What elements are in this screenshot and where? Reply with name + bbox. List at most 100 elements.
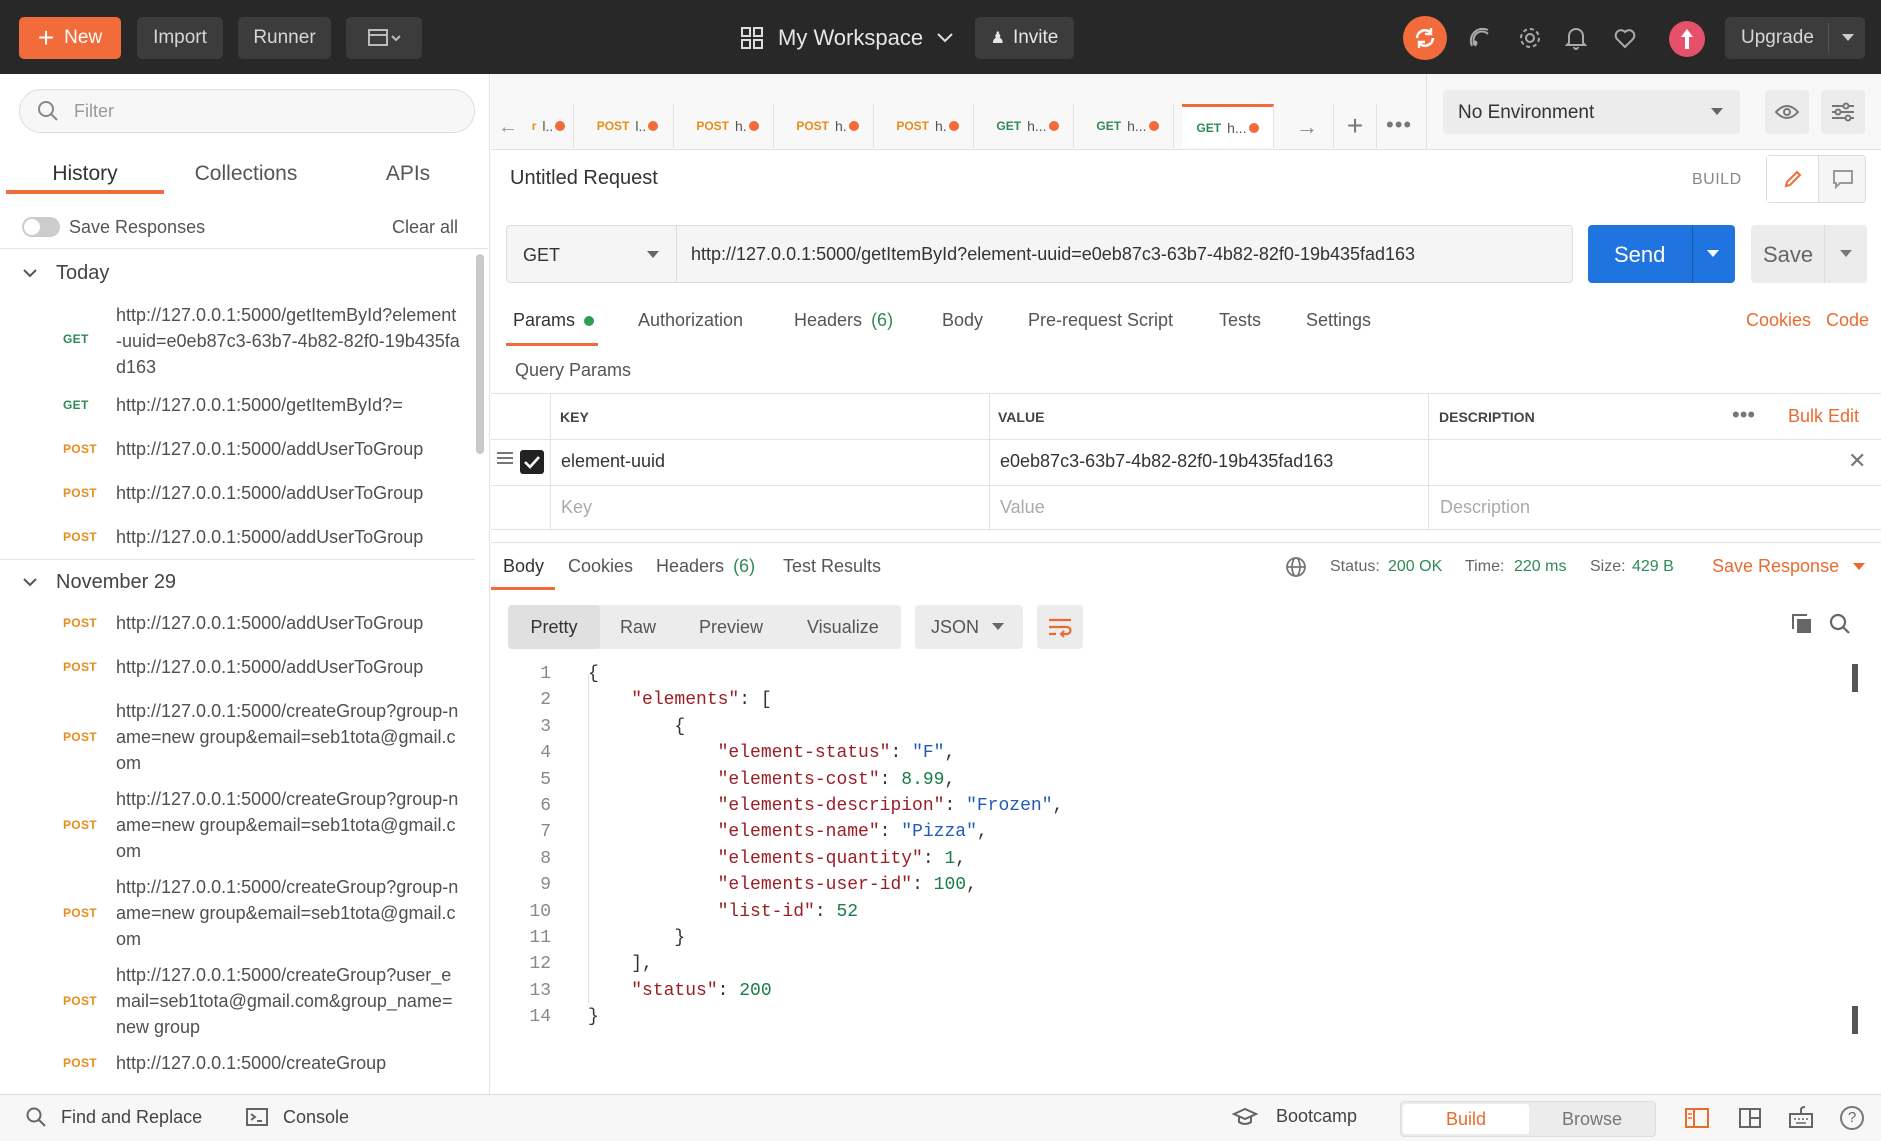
response-tab-headers[interactable]: Headers (6) [656, 556, 755, 577]
save-response-button[interactable]: Save Response [1712, 556, 1866, 577]
keyboard-icon[interactable] [1788, 1105, 1814, 1134]
value-placeholder[interactable]: Value [1000, 497, 1045, 518]
comment-icon[interactable] [1821, 156, 1865, 202]
view-pretty[interactable]: Pretty [508, 605, 600, 649]
arrow-left-icon[interactable]: ← [498, 116, 518, 139]
view-visualize[interactable]: Visualize [807, 617, 879, 638]
tab-headers[interactable]: Headers (6) [794, 310, 893, 331]
heart-icon[interactable] [1607, 20, 1643, 56]
request-title[interactable]: Untitled Request [510, 167, 658, 190]
build-mode-button[interactable]: Build [1403, 1104, 1529, 1134]
bell-icon[interactable] [1558, 20, 1594, 56]
new-window-button[interactable] [346, 17, 422, 59]
key-placeholder[interactable]: Key [561, 497, 592, 518]
response-tab-body[interactable]: Body [491, 556, 555, 590]
gear-icon[interactable] [1512, 20, 1548, 56]
response-tab-cookies[interactable]: Cookies [568, 556, 633, 577]
request-tab[interactable]: GET h... [982, 104, 1074, 148]
invite-button[interactable]: ♟ Invite [975, 17, 1074, 59]
method-select[interactable]: GET [507, 226, 677, 282]
tab-params[interactable]: Params [506, 310, 598, 346]
two-pane-icon[interactable] [1684, 1107, 1710, 1134]
bulk-edit-link[interactable]: Bulk Edit [1788, 406, 1859, 427]
search-icon[interactable] [1828, 612, 1852, 641]
list-item[interactable]: POST http://127.0.0.1:5000/addUserToGrou… [0, 654, 470, 684]
list-item[interactable]: POST http://127.0.0.1:5000/createGroup?u… [0, 962, 470, 1042]
more-tabs-icon[interactable]: ••• [1386, 112, 1412, 138]
eye-icon[interactable] [1765, 90, 1809, 134]
tab-body[interactable]: Body [942, 310, 983, 331]
tab-authorization[interactable]: Authorization [638, 310, 743, 331]
tab-collections[interactable]: Collections [166, 154, 326, 194]
caret-down-icon[interactable] [1706, 249, 1720, 259]
request-tab[interactable]: GET h... [1082, 104, 1174, 148]
format-select[interactable]: JSON [915, 605, 1023, 649]
param-value[interactable]: e0eb87c3-63b7-4b82-82f0-19b435fad163 [1000, 451, 1333, 472]
sidebar-scrollbar[interactable] [476, 254, 484, 454]
copy-icon[interactable] [1790, 612, 1814, 641]
url-input[interactable]: http://127.0.0.1:5000/getItemById?elemen… [691, 244, 1415, 265]
wrap-lines-icon[interactable] [1037, 605, 1083, 649]
request-tab-active[interactable]: GET h... [1182, 104, 1274, 148]
list-item[interactable]: POST http://127.0.0.1:5000/createGroup?g… [0, 874, 470, 954]
request-tab[interactable]: POST h. [882, 104, 974, 148]
sliders-icon[interactable] [1821, 90, 1865, 134]
upgrade-button[interactable]: Upgrade [1725, 17, 1865, 59]
more-options-icon[interactable]: ••• [1732, 402, 1755, 428]
close-icon[interactable]: ✕ [1848, 448, 1866, 474]
list-item[interactable]: GET http://127.0.0.1:5000/getItemById?= [0, 392, 470, 422]
filter-input[interactable]: Filter [19, 89, 475, 133]
list-item[interactable]: POST http://127.0.0.1:5000/addUserToGrou… [0, 610, 470, 640]
cookies-link[interactable]: Cookies [1746, 310, 1811, 331]
tab-tests[interactable]: Tests [1219, 310, 1261, 331]
save-button[interactable]: Save [1751, 225, 1867, 283]
bootcamp-button[interactable]: Bootcamp [1232, 1106, 1357, 1127]
param-checkbox[interactable] [520, 450, 544, 474]
split-pane-icon[interactable] [1738, 1107, 1762, 1134]
satellite-icon[interactable] [1462, 20, 1498, 56]
arrow-right-icon[interactable]: → [1296, 114, 1318, 140]
param-key[interactable]: element-uuid [561, 451, 665, 472]
view-preview[interactable]: Preview [699, 617, 763, 638]
history-group-today[interactable]: Today [22, 262, 109, 285]
new-button[interactable]: + New [19, 17, 121, 59]
request-tab[interactable]: POST h. [782, 104, 874, 148]
request-tab[interactable]: POST l.. [582, 104, 674, 148]
tab-history[interactable]: History [6, 154, 164, 194]
caret-down-icon[interactable] [1839, 249, 1853, 259]
list-item[interactable]: POST http://127.0.0.1:5000/createGroup?g… [0, 786, 470, 866]
avatar[interactable] [1669, 21, 1705, 57]
browse-mode-button[interactable]: Browse [1529, 1104, 1655, 1134]
list-item[interactable]: POST http://127.0.0.1:5000/addUserToGrou… [0, 480, 470, 510]
drag-handle-icon[interactable] [496, 450, 514, 471]
import-button[interactable]: Import [137, 17, 223, 59]
runner-button[interactable]: Runner [238, 17, 331, 59]
save-responses-toggle[interactable] [22, 217, 60, 237]
tab-settings[interactable]: Settings [1306, 310, 1371, 331]
list-item[interactable]: POST http://127.0.0.1:5000/createGroup?g… [0, 698, 470, 778]
view-raw[interactable]: Raw [620, 617, 656, 638]
workspace-selector[interactable]: My Workspace [740, 22, 955, 54]
list-item[interactable]: POST http://127.0.0.1:5000/createGroup [0, 1050, 470, 1080]
list-item[interactable]: POST http://127.0.0.1:5000/addUserToGrou… [0, 436, 470, 466]
description-placeholder[interactable]: Description [1440, 497, 1530, 518]
environment-select[interactable]: No Environment [1443, 90, 1740, 134]
add-tab-icon[interactable]: + [1333, 104, 1377, 148]
request-tab[interactable]: POST h. [682, 104, 774, 148]
globe-icon[interactable] [1284, 555, 1308, 584]
tab-apis[interactable]: APIs [328, 154, 488, 194]
tab-pre-request-script[interactable]: Pre-request Script [1028, 310, 1173, 331]
history-group-november[interactable]: November 29 [22, 571, 176, 594]
sync-icon[interactable] [1403, 16, 1447, 60]
response-tab-test-results[interactable]: Test Results [783, 556, 881, 577]
pencil-icon[interactable] [1767, 156, 1819, 202]
code-link[interactable]: Code [1826, 310, 1869, 331]
request-tab[interactable]: r l.. [524, 104, 574, 148]
find-replace-button[interactable]: Find and Replace [25, 1106, 202, 1128]
help-icon[interactable]: ? [1840, 1106, 1864, 1130]
clear-all-button[interactable]: Clear all [392, 217, 458, 238]
list-item[interactable]: GET http://127.0.0.1:5000/getItemById?el… [0, 302, 470, 380]
send-button[interactable]: Send [1588, 225, 1735, 283]
response-code[interactable]: 1 {2 "elements": [3 {4 "element-status": … [491, 660, 1881, 1090]
console-button[interactable]: Console [245, 1106, 349, 1128]
